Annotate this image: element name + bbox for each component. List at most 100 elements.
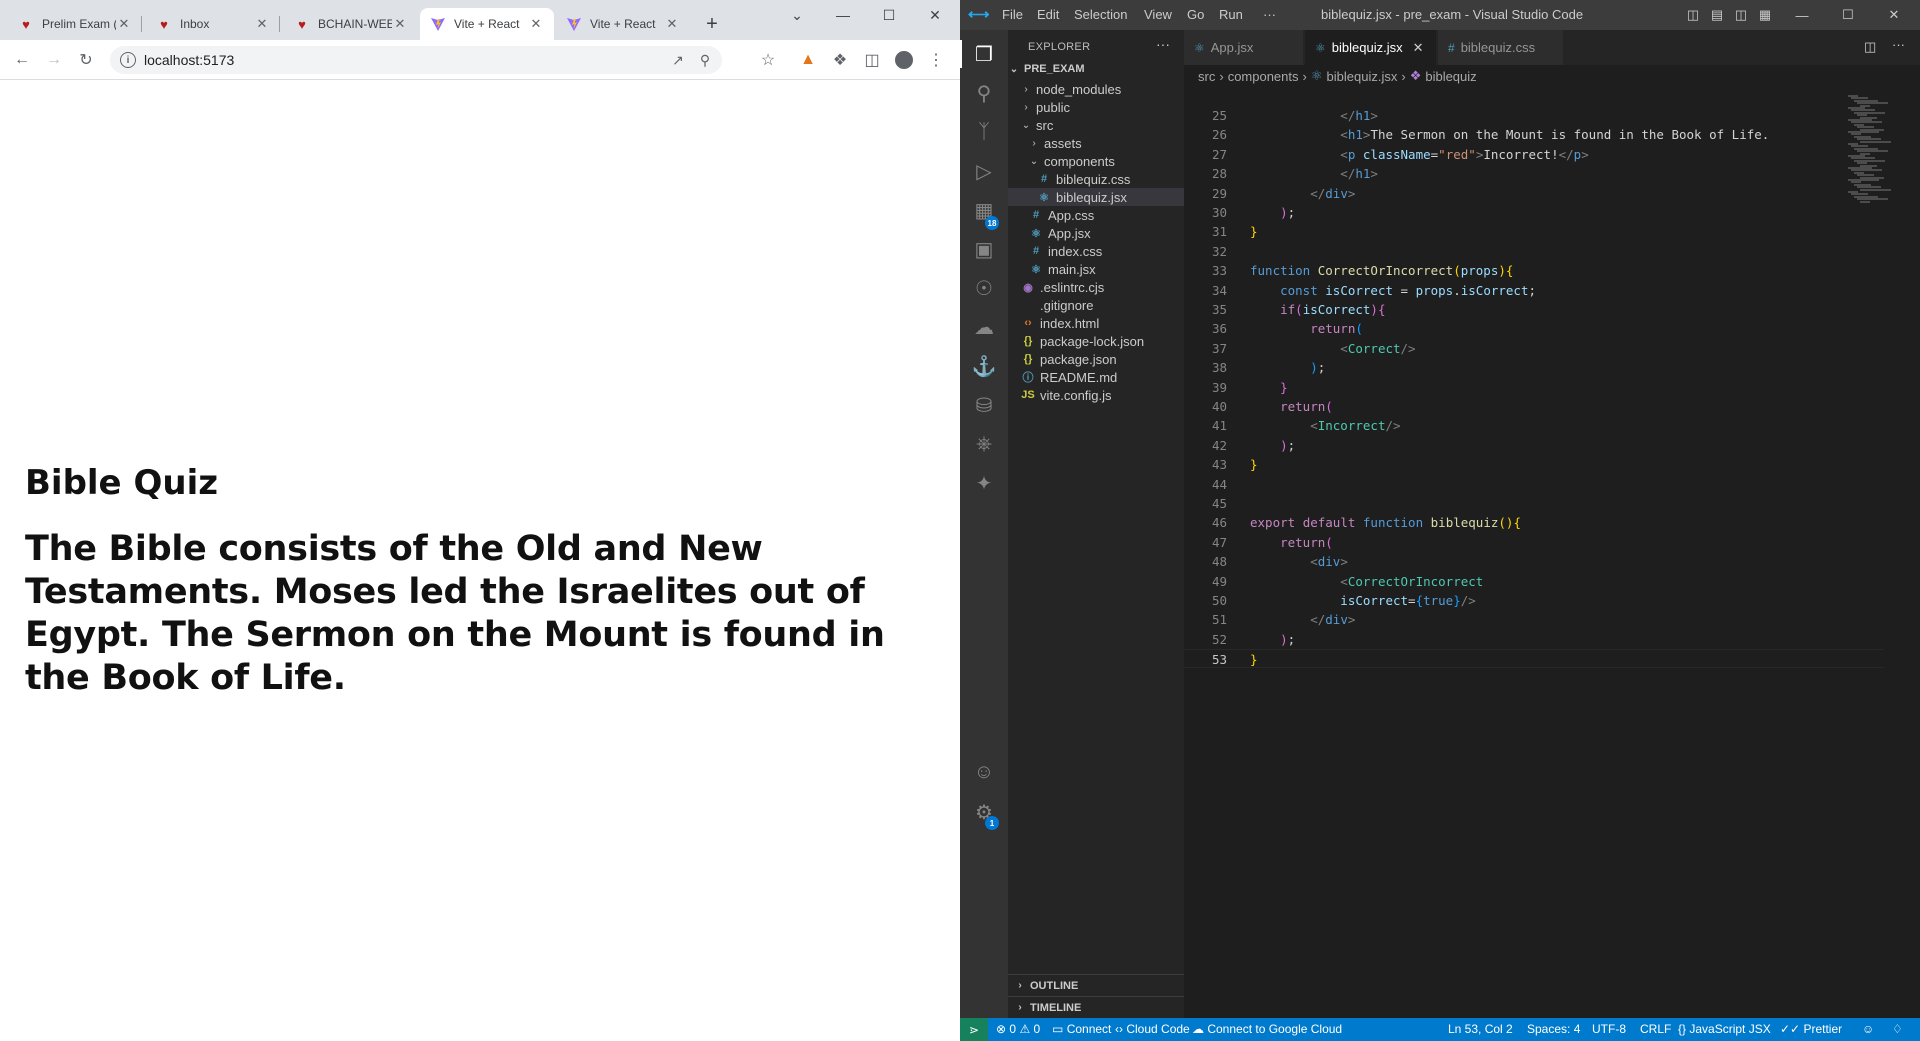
code-line[interactable]: 52 );	[1184, 630, 1884, 649]
browser-tab-1[interactable]: ♥ Inbox ✕	[146, 8, 280, 40]
close-icon[interactable]: ✕	[116, 16, 132, 32]
menu-run[interactable]: Run	[1219, 7, 1243, 22]
code-line[interactable]: 33 function CorrectOrIncorrect(props){	[1184, 261, 1884, 280]
code-line[interactable]: 46 export default function biblequiz(){	[1184, 513, 1884, 532]
explorer-files-icon[interactable]: ❐	[972, 42, 996, 66]
tree-item-package-lock-json[interactable]: {} package-lock.json	[1008, 332, 1184, 350]
code-line[interactable]: 25 </h1>	[1184, 106, 1884, 125]
language-mode[interactable]: {} JavaScript JSX	[1678, 1022, 1771, 1036]
code-line[interactable]: 48 <div>	[1184, 552, 1884, 571]
tree-item-index-css[interactable]: # index.css	[1008, 242, 1184, 260]
tree-item--eslintrc-cjs[interactable]: ◉ .eslintrc.cjs	[1008, 278, 1184, 296]
close-window-button[interactable]: ✕	[1884, 5, 1904, 25]
breadcrumb-item[interactable]: biblequiz.jsx	[1327, 69, 1398, 84]
code-line[interactable]: 49 <CorrectOrIncorrect	[1184, 572, 1884, 591]
reload-icon[interactable]: ↻	[74, 48, 98, 72]
extensions-puzzle-icon[interactable]: ❖	[828, 48, 852, 72]
code-line[interactable]: 30 );	[1184, 203, 1884, 222]
notifications-bell-icon[interactable]: ♢	[1892, 1022, 1903, 1036]
code-line[interactable]: 40 return(	[1184, 397, 1884, 416]
menu-view[interactable]: View	[1144, 7, 1172, 22]
prettier-item[interactable]: ✓✓ Prettier	[1780, 1022, 1842, 1036]
code-line[interactable]: 35 if(isCorrect){	[1184, 300, 1884, 319]
menu-go[interactable]: Go	[1187, 7, 1204, 22]
menu-more[interactable]: ···	[1263, 7, 1276, 22]
tree-item--gitignore[interactable]: .gitignore	[1008, 296, 1184, 314]
close-window-button[interactable]: ✕	[912, 0, 958, 30]
tree-item-app-jsx[interactable]: ⚛ App.jsx	[1008, 224, 1184, 242]
split-editor-icon[interactable]: ◫	[1864, 39, 1876, 55]
tree-item-node-modules[interactable]: › node_modules	[1008, 80, 1184, 98]
share-icon[interactable]: ↗	[670, 52, 686, 68]
connect-item[interactable]: ▭ Connect	[1052, 1022, 1111, 1036]
git-graph-icon[interactable]: ☉	[972, 276, 996, 300]
database-icon[interactable]: ⛁	[972, 393, 996, 417]
encoding[interactable]: UTF-8	[1592, 1022, 1626, 1036]
tree-item-app-css[interactable]: # App.css	[1008, 206, 1184, 224]
code-line[interactable]: 28 </h1>	[1184, 164, 1884, 183]
code-line[interactable]: 38 );	[1184, 358, 1884, 377]
menu-edit[interactable]: Edit	[1037, 7, 1059, 22]
close-icon[interactable]: ✕	[1413, 40, 1424, 56]
address-bar[interactable]: i localhost:5173 ⚲ ↗	[110, 46, 722, 74]
tree-item-components[interactable]: ⌄ components	[1008, 152, 1184, 170]
workspace-root[interactable]: ⌄ PRE_EXAM	[1008, 58, 1184, 80]
editor-tab-biblequiz-css[interactable]: # biblequiz.css	[1438, 30, 1564, 65]
code-line[interactable]: 45	[1184, 494, 1884, 513]
maximize-button[interactable]: ☐	[1838, 5, 1858, 25]
search-icon[interactable]: ⚲	[972, 81, 996, 105]
code-line[interactable]: 36 return(	[1184, 319, 1884, 338]
code-line[interactable]: 29 </div>	[1184, 184, 1884, 203]
remote-indicator-icon[interactable]: ⋗	[960, 1018, 988, 1041]
tree-item-main-jsx[interactable]: ⚛ main.jsx	[1008, 260, 1184, 278]
code-line[interactable]: 27 <p className="red">Incorrect!</p>	[1184, 145, 1884, 164]
kubernetes-icon[interactable]: ⎈	[972, 432, 996, 456]
more-actions-icon[interactable]: ···	[1892, 37, 1905, 52]
minimap[interactable]	[1844, 87, 1904, 207]
back-arrow-icon[interactable]: ←	[10, 48, 34, 72]
toggle-secondary-sidebar-icon[interactable]: ◫	[1731, 5, 1751, 25]
breadcrumb-item[interactable]: biblequiz	[1425, 69, 1476, 84]
new-tab-button[interactable]: +	[700, 12, 724, 36]
close-icon[interactable]: ✕	[664, 16, 680, 32]
code-line[interactable]: 53}	[1184, 649, 1884, 669]
breadcrumb-item[interactable]: components	[1228, 69, 1299, 84]
code-line[interactable]: 26 <h1>The Sermon on the Mount is found …	[1184, 125, 1884, 144]
site-info-icon[interactable]: i	[120, 52, 136, 68]
source-control-icon[interactable]: ᛉ	[972, 120, 996, 144]
browser-tab-2[interactable]: ♥ BCHAIN-WEE ✕	[284, 8, 418, 40]
browser-tab-0[interactable]: ♥ Prelim Exam ( ✕	[8, 8, 142, 40]
code-line[interactable]: 43}	[1184, 455, 1884, 474]
tree-item-vite-config-js[interactable]: JS vite.config.js	[1008, 386, 1184, 404]
cloud-code-icon[interactable]: ☁	[972, 315, 996, 339]
toggle-sidebar-icon[interactable]: ◫	[1683, 5, 1703, 25]
code-line[interactable]: 39 }	[1184, 378, 1884, 397]
cursor-position[interactable]: Ln 53, Col 2	[1448, 1022, 1513, 1036]
bookmark-star-icon[interactable]: ☆	[756, 48, 780, 72]
metamask-fox-icon[interactable]: ▲	[796, 48, 820, 72]
ai-sparkle-icon[interactable]: ✦	[972, 471, 996, 495]
browser-tab-3[interactable]: Vite + React ✕	[420, 8, 554, 40]
forward-arrow-icon[interactable]: →	[42, 48, 66, 72]
problems-indicator[interactable]: ⊗ 0 ⚠ 0	[996, 1022, 1040, 1036]
menu-file[interactable]: File	[1002, 7, 1023, 22]
breadcrumb-item[interactable]: src	[1198, 69, 1215, 84]
editor-tab-app-jsx[interactable]: ⚛ App.jsx	[1184, 30, 1304, 65]
profile-avatar-icon[interactable]	[892, 48, 916, 72]
menu-selection[interactable]: Selection	[1074, 7, 1127, 22]
code-line[interactable]: 50 isCorrect={true}/>	[1184, 591, 1884, 610]
tree-item-src[interactable]: ⌄ src	[1008, 116, 1184, 134]
browser-tab-4[interactable]: Vite + React ✕	[556, 8, 690, 40]
docker-whale-icon[interactable]: ⚓	[972, 354, 997, 378]
code-line[interactable]: 31}	[1184, 222, 1884, 241]
tree-item-biblequiz-css[interactable]: # biblequiz.css	[1008, 170, 1184, 188]
close-icon[interactable]: ✕	[528, 16, 544, 32]
line-ending[interactable]: CRLF	[1640, 1022, 1671, 1036]
side-panel-icon[interactable]: ◫	[860, 48, 884, 72]
code-line[interactable]: 41 <Incorrect/>	[1184, 416, 1884, 435]
close-icon[interactable]: ✕	[392, 16, 408, 32]
indentation[interactable]: Spaces: 4	[1527, 1022, 1580, 1036]
run-debug-icon[interactable]: ▷	[972, 159, 996, 183]
tree-item-index-html[interactable]: ‹› index.html	[1008, 314, 1184, 332]
tree-item-public[interactable]: › public	[1008, 98, 1184, 116]
